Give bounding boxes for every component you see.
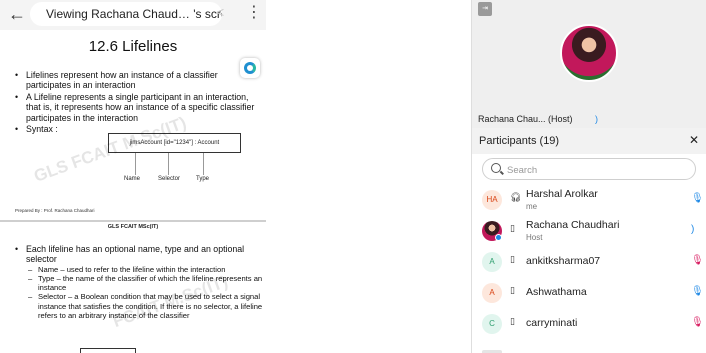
prepared-by: Prepared By : Prof. Rachana Chaudhari <box>15 208 95 213</box>
bullet: A Lifeline represents a single participa… <box>14 92 264 123</box>
panel-header: Participants (19) ✕ <box>472 128 706 154</box>
phone-icon: ▯ <box>510 316 515 326</box>
participant-name: ankitksharma07 <box>526 255 601 267</box>
headset-icon: 🎧︎ <box>510 192 522 202</box>
participant-sub: me <box>526 202 538 211</box>
participants-panel: Participants (19) ✕ HA 🎧︎ Harshal Arolka… <box>471 128 706 353</box>
participant-name: Ashwathama <box>526 286 587 298</box>
avatar: A <box>482 252 502 272</box>
host-avatar <box>560 24 618 82</box>
participant-row[interactable]: A ▯ Ashwathama 🎙︎ <box>472 277 706 308</box>
panel-title: Participants (19) <box>479 135 560 147</box>
share-top-bar: ← Viewing Rachana Chaud… 's screen < ⋮ <box>0 0 266 30</box>
audio-icon[interactable]: ) <box>691 224 694 235</box>
mic-icon[interactable]: 🎙︎ <box>691 286 704 297</box>
bullet: Lifelines represent how an instance of a… <box>14 70 264 91</box>
phone-icon: ▯ <box>510 285 515 295</box>
participant-sub: Host <box>526 233 543 242</box>
sub-bullet: Name – used to refer to the lifeline wit… <box>14 265 264 274</box>
participant-name: Harshal Arolkar <box>526 188 598 200</box>
meeting-window: ← Viewing Rachana Chaud… 's screen < ⋮ 1… <box>0 0 706 353</box>
more-options-icon[interactable]: ⋮ <box>246 3 262 23</box>
shared-screen: ← Viewing Rachana Chaud… 's screen < ⋮ 1… <box>0 0 266 353</box>
slide-1: 12.6 Lifelines Lifelines represent how a… <box>0 30 266 220</box>
participant-row[interactable]: A ▯ ankitksharma07 🎙︎ <box>472 246 706 277</box>
participant-row[interactable]: C ▯ carryminati 🎙︎ <box>472 308 706 339</box>
search-box[interactable] <box>482 158 696 180</box>
stage-background <box>266 0 471 353</box>
close-icon[interactable]: ✕ <box>689 133 699 147</box>
mic-muted-icon[interactable]: 🎙︎ <box>691 255 704 266</box>
video-tile: ⇥ Rachana Chau... (Host) ) <box>471 0 706 128</box>
mic-icon[interactable]: 🎙︎ <box>691 193 704 204</box>
share-title: Viewing Rachana Chaud… 's screen <box>30 2 222 26</box>
status-dot <box>495 234 502 241</box>
avatar: C <box>482 314 502 334</box>
mic-muted-icon[interactable]: 🎙︎ <box>691 317 704 328</box>
phone-icon: ▯ <box>510 223 515 233</box>
pointer-line <box>168 153 169 175</box>
slide-2: GLS FCAIT MSc(IT) Each lifeline has an o… <box>0 222 266 353</box>
search-input[interactable] <box>507 162 687 178</box>
search-icon <box>491 163 501 173</box>
phone-icon: ▯ <box>510 254 515 264</box>
avatar <box>482 221 502 241</box>
slide-title: 12.6 Lifelines <box>88 38 178 55</box>
video-name-label: Rachana Chau... (Host) <box>478 114 573 124</box>
bullet: Each lifeline has an optional name, type… <box>14 244 264 265</box>
pointer-line <box>203 153 204 175</box>
pointer-line <box>135 153 136 175</box>
participant-row[interactable]: ▯ Rachana Chaudhari Host ) <box>472 215 706 246</box>
mic-icon: ) <box>595 114 598 124</box>
syntax-label: Selector <box>158 176 181 182</box>
collapse-icon[interactable]: ⇥ <box>478 2 492 16</box>
syntax-label: Type <box>196 176 210 182</box>
participant-row[interactable]: HA 🎧︎ Harshal Arolkar me 🎙︎ <box>472 184 706 215</box>
avatar: A <box>482 283 502 303</box>
share-arrow-icon: < <box>216 4 225 20</box>
diagram-box <box>80 348 136 353</box>
participant-name: Rachana Chaudhari <box>526 219 620 231</box>
back-arrow-icon[interactable]: ← <box>8 3 26 25</box>
slide-header: GLS FCAIT MSc(IT) <box>107 224 159 230</box>
slide-bullets: Lifelines represent how an instance of a… <box>14 70 264 135</box>
avatar: HA <box>482 190 502 210</box>
participant-name: carryminati <box>526 317 578 329</box>
syntax-label: Name <box>124 176 141 182</box>
